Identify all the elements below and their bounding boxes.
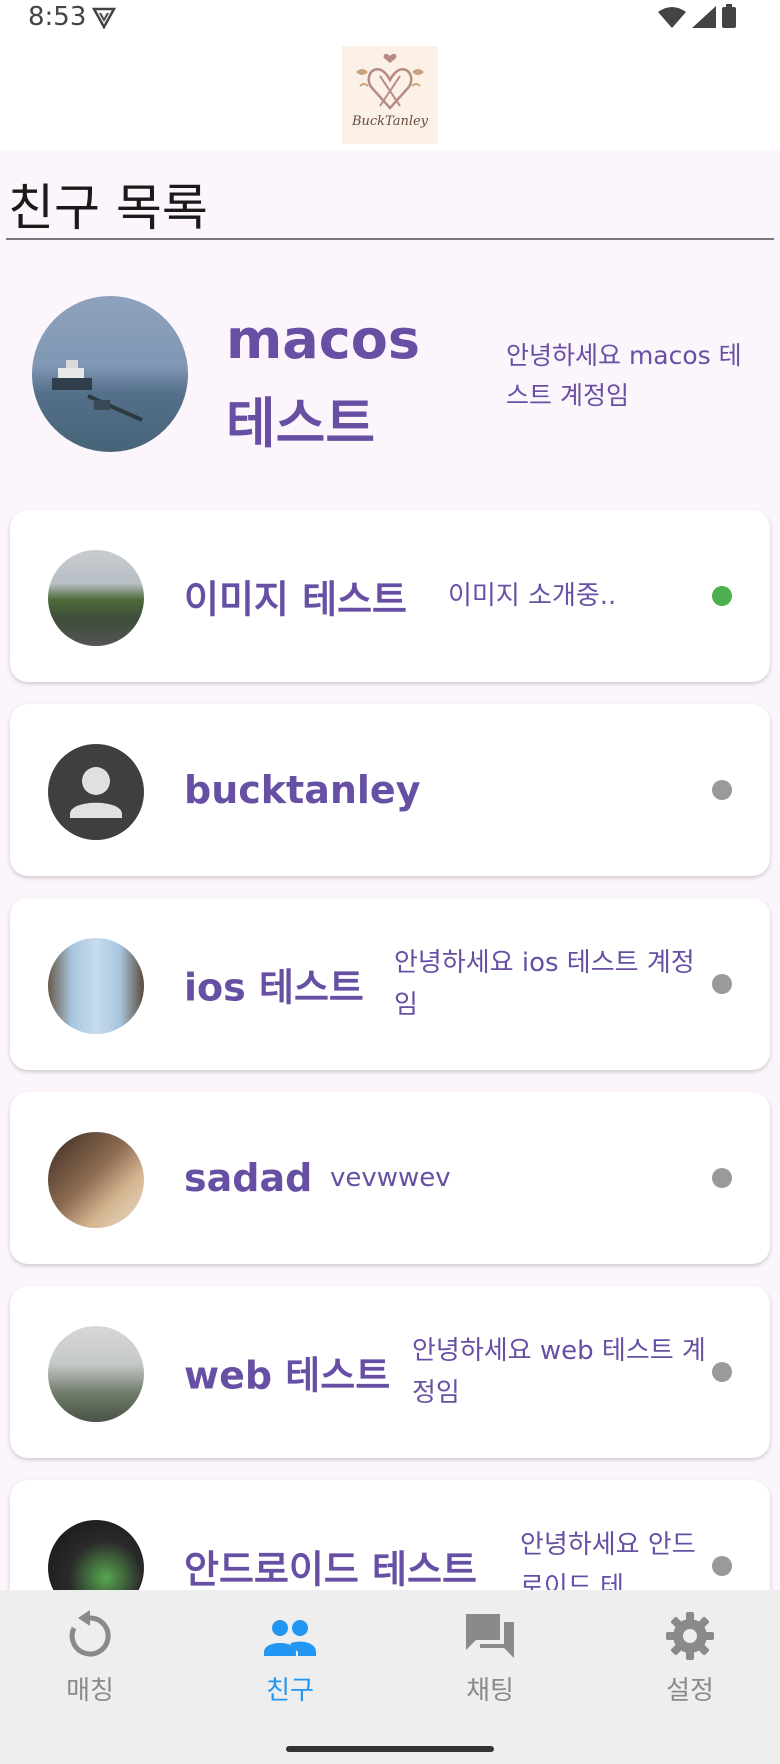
friend-card[interactable]: web 테스트 안녕하세요 web 테스트 계정임 bbox=[10, 1286, 770, 1458]
my-avatar bbox=[32, 296, 188, 452]
bottom-navigation: 매칭 친구 채팅 설정 bbox=[0, 1590, 780, 1764]
friend-avatar bbox=[48, 1326, 144, 1422]
offline-status-dot bbox=[712, 1362, 732, 1382]
title-divider bbox=[6, 238, 774, 240]
gear-icon bbox=[666, 1612, 714, 1660]
friend-status-message: vevwwev bbox=[330, 1163, 451, 1193]
friend-card[interactable]: ios 테스트 안녕하세요 ios 테스트 계정임 bbox=[10, 898, 770, 1070]
refresh-icon bbox=[69, 1610, 111, 1657]
friend-status-message: 이미지 소개중.. bbox=[448, 581, 617, 611]
friend-name: ios 테스트 bbox=[184, 965, 364, 1010]
friend-card[interactable]: sadad vevwwev bbox=[10, 1092, 770, 1264]
app-bar: BuckTanley bbox=[0, 36, 780, 150]
friend-card[interactable]: bucktanley bbox=[10, 704, 770, 876]
people-icon bbox=[264, 1620, 316, 1656]
nav-friends-label: 친구 bbox=[266, 1676, 314, 1706]
offline-status-dot bbox=[712, 1556, 732, 1576]
my-profile[interactable]: macos 테스트 안녕하세요 macos 테스트 계정임 bbox=[0, 280, 780, 480]
friend-name: 안드로이드 테스트 bbox=[184, 1547, 477, 1592]
status-time: 8:53 bbox=[28, 2, 87, 32]
online-status-dot bbox=[712, 586, 732, 606]
friend-avatar bbox=[48, 938, 144, 1034]
nav-matching-label: 매칭 bbox=[66, 1676, 114, 1706]
friend-card[interactable]: 이미지 테스트 이미지 소개중.. bbox=[10, 510, 770, 682]
chat-icon bbox=[466, 1614, 514, 1658]
friend-name: web 테스트 bbox=[184, 1353, 391, 1398]
status-bar: 8:53 bbox=[0, 0, 780, 36]
nav-settings[interactable]: 설정 bbox=[620, 1610, 760, 1707]
friend-status-message: 안녕하세요 ios 테스트 계정임 bbox=[394, 948, 695, 1020]
home-indicator[interactable] bbox=[286, 1746, 494, 1752]
battery-icon bbox=[722, 4, 736, 35]
nav-chat[interactable]: 채팅 bbox=[420, 1610, 560, 1707]
wifi-icon bbox=[658, 5, 686, 35]
offline-status-dot bbox=[712, 974, 732, 994]
offline-status-dot bbox=[712, 780, 732, 800]
friend-name: 이미지 테스트 bbox=[184, 577, 407, 622]
nav-settings-label: 설정 bbox=[666, 1676, 714, 1706]
page-title: 친구 목록 bbox=[8, 179, 208, 237]
offline-status-dot bbox=[712, 1168, 732, 1188]
vpn-icon bbox=[91, 6, 117, 36]
nav-friends[interactable]: 친구 bbox=[220, 1610, 360, 1707]
my-name: macos 테스트 bbox=[226, 308, 420, 455]
nav-chat-label: 채팅 bbox=[466, 1676, 514, 1706]
friend-name: sadad bbox=[184, 1156, 313, 1200]
default-avatar-icon bbox=[48, 744, 144, 840]
friend-name: bucktanley bbox=[184, 768, 421, 812]
friend-status-message: 안녕하세요 web 테스트 계정임 bbox=[412, 1336, 706, 1408]
nav-matching[interactable]: 매칭 bbox=[20, 1610, 160, 1707]
app-logo: BuckTanley bbox=[342, 46, 438, 144]
my-status-message: 안녕하세요 macos 테스트 계정임 bbox=[506, 341, 742, 410]
friend-avatar bbox=[48, 550, 144, 646]
signal-icon bbox=[692, 5, 716, 35]
heart-logo-icon bbox=[356, 53, 424, 110]
friend-avatar bbox=[48, 1132, 144, 1228]
logo-text: BuckTanley bbox=[351, 114, 429, 129]
